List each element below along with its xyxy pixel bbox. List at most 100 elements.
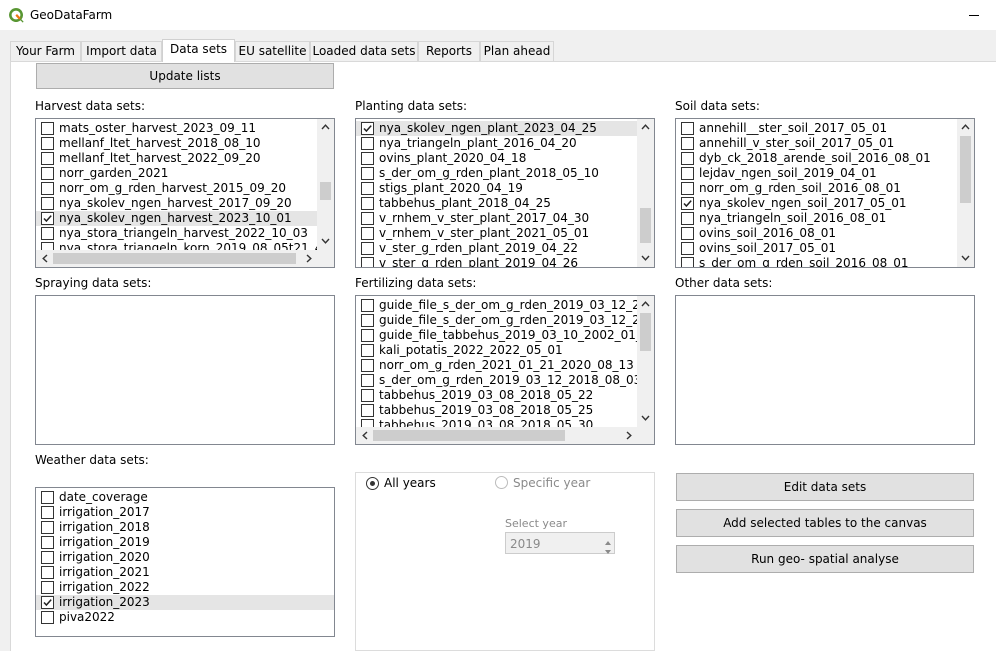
scroll-thumb[interactable] [640,208,651,243]
list-item[interactable]: nya_skolev_ngen_harvest_2023_10_01 [36,211,317,226]
checkbox[interactable] [361,167,374,180]
list-item[interactable]: ovins_soil_2016_08_01 [676,226,957,241]
checkbox[interactable] [361,137,374,150]
list-item[interactable]: date_coverage [36,490,334,505]
checkbox-checked[interactable] [41,212,54,225]
scroll-right-icon[interactable] [300,250,317,267]
list-item[interactable]: irrigation_2019 [36,535,334,550]
list-item[interactable]: irrigation_2020 [36,550,334,565]
list-item[interactable]: irrigation_2018 [36,520,334,535]
checkbox[interactable] [681,257,694,267]
scroll-right-icon[interactable] [620,427,637,444]
fertilizing-list[interactable]: guide_file_s_der_om_g_rden_2019_03_12_20… [355,295,655,445]
checkbox[interactable] [681,137,694,150]
checkbox-checked[interactable] [361,122,374,135]
list-item[interactable]: annehill_v_ster_soil_2017_05_01 [676,136,957,151]
list-item[interactable]: piva2022 [36,610,334,625]
checkbox[interactable] [41,167,54,180]
update-lists-button[interactable]: Update lists [36,63,334,89]
checkbox[interactable] [41,227,54,240]
checkbox[interactable] [41,551,54,564]
checkbox[interactable] [361,152,374,165]
list-item[interactable]: v_rnhem_v_ster_plant_2017_04_30 [356,211,637,226]
checkbox[interactable] [41,197,54,210]
list-item[interactable]: guide_file_s_der_om_g_rden_2019_03_12_20… [356,298,637,313]
tab-loaded-data-sets[interactable]: Loaded data sets [310,41,418,61]
list-item[interactable]: v_ster_g_rden_plant_2019_04_26 [356,256,637,267]
checkbox[interactable] [361,227,374,240]
scroll-down-icon[interactable] [317,233,334,250]
list-item[interactable]: tabbehus_2019_03_08_2018_05_25 [356,403,637,418]
checkbox[interactable] [361,404,374,417]
scroll-left-icon[interactable] [356,427,373,444]
checkbox[interactable] [361,374,374,387]
checkbox[interactable] [41,506,54,519]
all-years-radio[interactable] [366,477,379,490]
weather-list[interactable]: date_coverage irrigation_2017 irrigation_2… [35,487,335,637]
list-item[interactable]: mats_oster_harvest_2023_09_11 [36,121,317,136]
checkbox[interactable] [681,122,694,135]
scroll-left-icon[interactable] [36,250,53,267]
list-item[interactable]: ovins_soil_2017_05_01 [676,241,957,256]
minimize-button[interactable] [958,4,988,26]
scroll-up-icon[interactable] [317,119,334,136]
checkbox-checked[interactable] [681,197,694,210]
soil-list[interactable]: annehill__ster_soil_2017_05_01 annehill_v… [675,118,975,268]
list-item[interactable]: stigs_plant_2020_04_19 [356,181,637,196]
scroll-down-icon[interactable] [637,250,654,267]
other-list[interactable] [675,295,975,445]
checkbox[interactable] [361,182,374,195]
tab-your-farm[interactable]: Your Farm [10,41,81,61]
spraying-list[interactable] [35,295,335,445]
list-item[interactable]: mellanf_ltet_harvest_2018_08_10 [36,136,317,151]
checkbox[interactable] [41,536,54,549]
scroll-up-icon[interactable] [637,119,654,136]
checkbox[interactable] [361,389,374,402]
harvest-list[interactable]: mats_oster_harvest_2023_09_11 mellanf_lte… [35,118,335,268]
list-item[interactable]: norr_om_g_rden_2021_01_21_2020_08_13 [356,358,637,373]
list-item[interactable]: v_ster_g_rden_plant_2019_04_22 [356,241,637,256]
checkbox[interactable] [41,581,54,594]
list-item[interactable]: norr_om_g_rden_soil_2016_08_01 [676,181,957,196]
scroll-up-icon[interactable] [957,119,974,136]
list-item[interactable]: nya_skolev_ngen_plant_2023_04_25 [356,121,637,136]
scroll-thumb[interactable] [53,253,296,264]
checkbox[interactable] [681,212,694,225]
checkbox[interactable] [361,329,374,342]
list-item[interactable]: s_der_om_g_rden_plant_2018_05_10 [356,166,637,181]
checkbox[interactable] [41,491,54,504]
checkbox[interactable] [361,197,374,210]
add-tables-to-canvas-button[interactable]: Add selected tables to the canvas [676,509,974,537]
list-item[interactable]: guide_file_s_der_om_g_rden_2019_03_12_20… [356,313,637,328]
tab-data-sets[interactable]: Data sets [162,39,235,62]
checkbox[interactable] [41,521,54,534]
scroll-thumb[interactable] [960,136,971,203]
scroll-up-icon[interactable] [637,296,654,313]
checkbox[interactable] [681,167,694,180]
list-item[interactable]: nya_skolev_ngen_soil_2017_05_01 [676,196,957,211]
checkbox[interactable] [41,152,54,165]
year-spinbox[interactable]: 2019 [505,532,615,554]
list-item[interactable]: v_rnhem_v_ster_plant_2021_05_01 [356,226,637,241]
checkbox[interactable] [41,182,54,195]
specific-year-radio[interactable] [495,476,508,489]
checkbox[interactable] [361,299,374,312]
scroll-thumb[interactable] [320,182,331,200]
list-item[interactable]: s_der_om_g_rden_soil_2016_08_01 [676,256,957,267]
list-item[interactable]: norr_garden_2021 [36,166,317,181]
checkbox[interactable] [361,314,374,327]
list-item[interactable]: irrigation_2017 [36,505,334,520]
list-item[interactable]: mellanf_ltet_harvest_2022_09_20 [36,151,317,166]
list-item[interactable]: dyb_ck_2018_arende_soil_2016_08_01 [676,151,957,166]
tab-reports[interactable]: Reports [418,41,480,61]
checkbox[interactable] [361,212,374,225]
run-geo-spatial-analyse-button[interactable]: Run geo- spatial analyse [676,545,974,573]
list-item[interactable]: nya_triangeln_soil_2016_08_01 [676,211,957,226]
list-item[interactable]: nya_triangeln_plant_2016_04_20 [356,136,637,151]
checkbox[interactable] [361,242,374,255]
tab-plan-ahead[interactable]: Plan ahead [480,41,554,61]
checkbox[interactable] [681,242,694,255]
list-item[interactable]: lejdav_ngen_soil_2019_04_01 [676,166,957,181]
list-item[interactable]: kali_potatis_2022_2022_05_01 [356,343,637,358]
horizontal-scrollbar[interactable] [356,427,637,444]
